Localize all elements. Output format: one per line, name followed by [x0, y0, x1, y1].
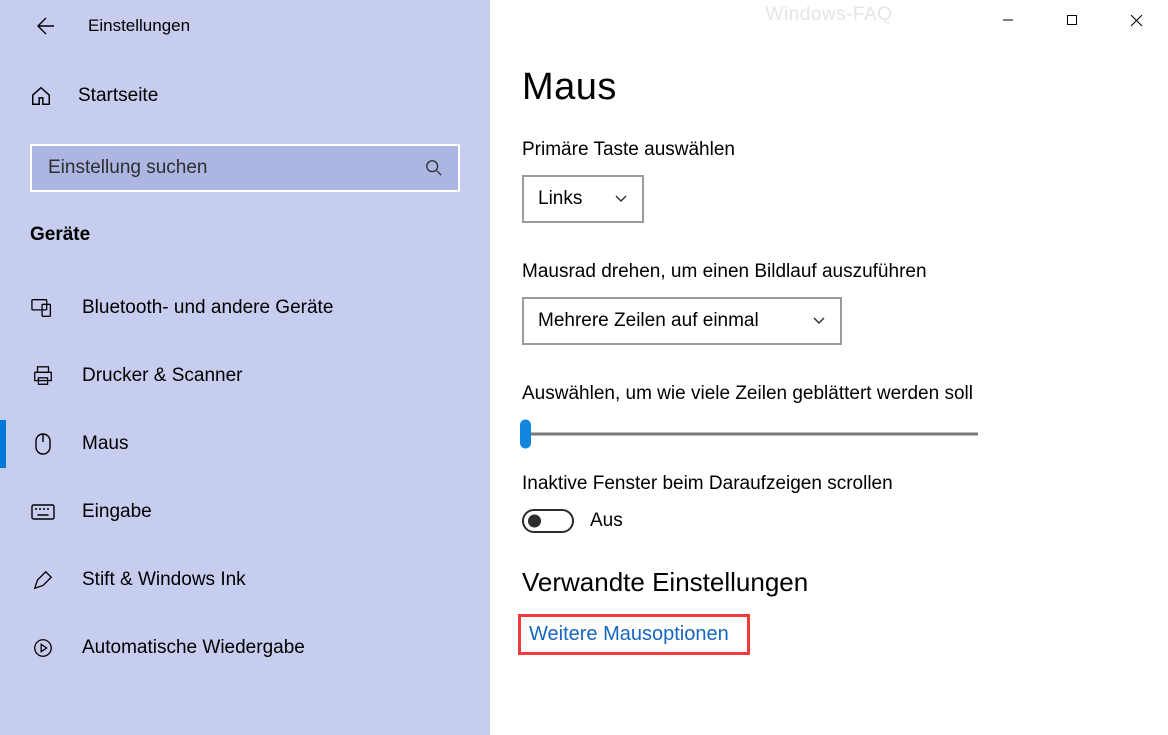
app-title: Einstellungen	[88, 16, 190, 36]
slider-thumb[interactable]	[520, 420, 531, 449]
search-input[interactable]	[46, 156, 424, 180]
sidebar-item-pen[interactable]: Stift & Windows Ink	[0, 546, 490, 614]
devices-icon	[30, 298, 56, 318]
dropdown-value: Links	[538, 188, 582, 210]
inactive-scroll-toggle[interactable]	[522, 509, 574, 533]
sidebar-section-title: Geräte	[0, 224, 490, 246]
related-settings-title: Verwandte Einstellungen	[522, 567, 1168, 598]
home-icon	[30, 85, 52, 107]
close-icon	[1130, 14, 1143, 27]
nav-label: Stift & Windows Ink	[82, 569, 246, 591]
nav-label: Eingabe	[82, 501, 152, 523]
chevron-down-icon	[812, 316, 826, 326]
minimize-icon	[1002, 14, 1014, 26]
close-button[interactable]	[1104, 0, 1168, 40]
maximize-button[interactable]	[1040, 0, 1104, 40]
wheel-scroll-dropdown[interactable]: Mehrere Zeilen auf einmal	[522, 297, 842, 345]
setting-label: Mausrad drehen, um einen Bildlauf auszuf…	[522, 261, 1168, 283]
nav-label: Automatische Wiedergabe	[82, 637, 305, 659]
keyboard-icon	[30, 504, 56, 520]
setting-label: Inaktive Fenster beim Daraufzeigen scrol…	[522, 473, 1168, 495]
back-button[interactable]	[24, 6, 64, 46]
window-controls	[976, 0, 1168, 40]
home-label: Startseite	[78, 85, 158, 107]
search-icon	[424, 158, 444, 178]
sidebar-header: Einstellungen	[0, 0, 490, 52]
printer-icon	[30, 365, 56, 387]
sidebar-item-printers[interactable]: Drucker & Scanner	[0, 342, 490, 410]
sidebar-item-autoplay[interactable]: Automatische Wiedergabe	[0, 614, 490, 682]
search-box[interactable]	[30, 144, 460, 192]
toggle-state-text: Aus	[590, 510, 623, 532]
nav-label: Maus	[82, 433, 128, 455]
minimize-button[interactable]	[976, 0, 1040, 40]
setting-primary-button: Primäre Taste auswählen Links	[522, 139, 1168, 223]
autoplay-icon	[30, 637, 56, 659]
more-mouse-options-link[interactable]: Weitere Mausoptionen	[518, 614, 750, 655]
mouse-icon	[30, 432, 56, 456]
sidebar: Einstellungen Startseite Geräte	[0, 0, 490, 735]
lines-slider[interactable]	[522, 421, 978, 447]
nav-list: Bluetooth- und andere Geräte Drucker & S…	[0, 274, 490, 682]
maximize-icon	[1066, 14, 1078, 26]
setting-label: Primäre Taste auswählen	[522, 139, 1168, 161]
sidebar-item-bluetooth[interactable]: Bluetooth- und andere Geräte	[0, 274, 490, 342]
setting-wheel-scroll: Mausrad drehen, um einen Bildlauf auszuf…	[522, 261, 1168, 345]
page-title: Maus	[522, 66, 1168, 109]
primary-button-dropdown[interactable]: Links	[522, 175, 644, 223]
setting-inactive-scroll: Inaktive Fenster beim Daraufzeigen scrol…	[522, 473, 1168, 533]
setting-lines: Auswählen, um wie viele Zeilen geblätter…	[522, 383, 1168, 447]
sidebar-item-mouse[interactable]: Maus	[0, 410, 490, 478]
chevron-down-icon	[614, 194, 628, 204]
sidebar-item-home[interactable]: Startseite	[0, 70, 490, 122]
arrow-left-icon	[34, 16, 54, 36]
main-content: Windows-FAQ Maus Primäre Taste auswählen…	[490, 0, 1168, 735]
watermark-text: Windows-FAQ	[766, 4, 893, 26]
dropdown-value: Mehrere Zeilen auf einmal	[538, 310, 759, 332]
sidebar-item-typing[interactable]: Eingabe	[0, 478, 490, 546]
setting-label: Auswählen, um wie viele Zeilen geblätter…	[522, 383, 1168, 405]
toggle-knob	[528, 515, 541, 528]
pen-icon	[30, 569, 56, 591]
nav-label: Drucker & Scanner	[82, 365, 243, 387]
slider-track	[522, 433, 978, 436]
nav-label: Bluetooth- und andere Geräte	[82, 297, 333, 319]
link-text: Weitere Mausoptionen	[529, 623, 729, 645]
